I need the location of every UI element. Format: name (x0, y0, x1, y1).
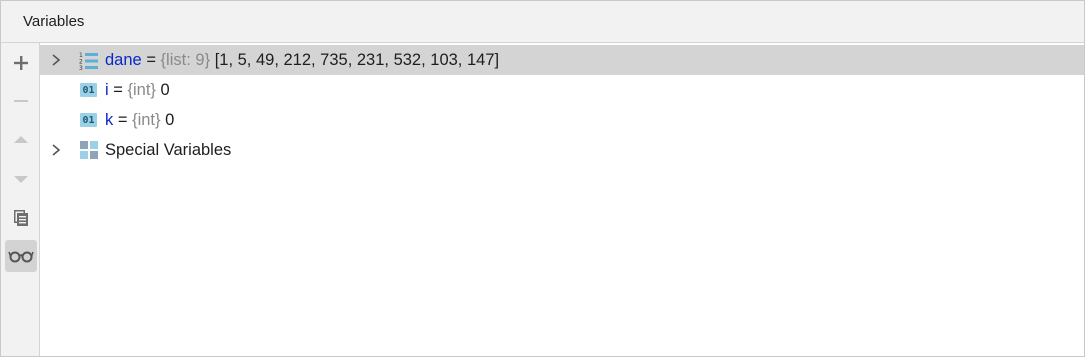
variable-value: [1, 5, 49, 212, 735, 231, 532, 103, 147] (214, 51, 500, 69)
variable-value: 0 (165, 111, 175, 129)
variables-panel: Variables 1 2 3 dane = {list: 9} [1, 5, … (0, 0, 1085, 357)
plus-icon (14, 56, 28, 70)
move-up-button[interactable] (5, 124, 37, 156)
glasses-icon (8, 251, 34, 263)
variable-name: dane (105, 51, 142, 69)
panel-header: Variables (1, 1, 1084, 43)
variable-type: {int} (127, 81, 156, 99)
variable-entry: k = {int} 0 (105, 111, 174, 130)
special-variables-label: Special Variables (105, 141, 232, 159)
svg-text:3: 3 (79, 65, 83, 71)
variable-name: k (105, 111, 114, 129)
variables-tree: 1 2 3 dane = {list: 9} [1, 5, 49, 212, 7… (40, 43, 1084, 356)
add-watch-button[interactable] (5, 47, 37, 79)
equals-sign: = (113, 81, 123, 99)
tree-row-k[interactable]: 01 k = {int} 0 (40, 105, 1084, 135)
tree-row-special-variables[interactable]: Special Variables (40, 135, 1084, 165)
panel-title: Variables (23, 13, 85, 30)
variable-entry: dane = {list: 9} [1, 5, 49, 212, 735, 23… (105, 51, 499, 70)
special-variables-icon (80, 141, 98, 159)
equals-sign: = (117, 111, 128, 129)
show-watches-toggle[interactable] (5, 240, 37, 272)
variable-type: {list: 9} (160, 51, 211, 69)
equals-sign: = (146, 51, 156, 69)
variable-entry: i = {int} 0 (105, 81, 170, 100)
list-icon: 1 2 3 (79, 52, 98, 71)
int-icon: 01 (80, 83, 97, 97)
variable-type: {int} (132, 111, 161, 129)
tree-row-dane[interactable]: 1 2 3 dane = {list: 9} [1, 5, 49, 212, 7… (40, 45, 1084, 75)
move-down-button[interactable] (5, 163, 37, 195)
arrow-up-icon (14, 136, 28, 143)
variable-value: 0 (160, 81, 170, 99)
tree-row-i[interactable]: 01 i = {int} 0 (40, 75, 1084, 105)
arrow-down-icon (14, 176, 28, 183)
minus-icon (14, 100, 28, 102)
chevron-right-icon[interactable] (50, 143, 62, 157)
variable-name: i (105, 81, 109, 99)
variables-toolbar (1, 43, 40, 356)
chevron-right-icon[interactable] (50, 53, 62, 67)
remove-watch-button[interactable] (5, 85, 37, 117)
copy-button[interactable] (5, 201, 37, 233)
int-icon: 01 (80, 113, 97, 127)
copy-icon (14, 210, 28, 226)
